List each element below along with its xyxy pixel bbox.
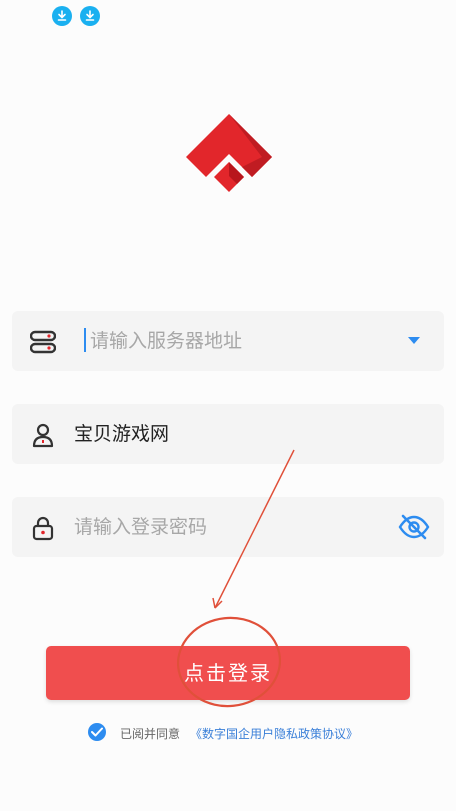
server-icon — [29, 329, 57, 355]
user-icon — [30, 422, 56, 448]
lock-icon — [30, 515, 56, 541]
server-address-placeholder: 请输入服务器地址 — [90, 330, 243, 352]
app-logo — [182, 110, 276, 204]
password-placeholder: 请输入登录密码 — [74, 516, 208, 538]
privacy-policy-link[interactable]: 《数字国企用户隐私政策协议》 — [190, 725, 358, 742]
login-button[interactable]: 点击登录 — [46, 646, 410, 700]
eye-off-icon[interactable] — [398, 513, 430, 541]
status-bar — [0, 0, 456, 30]
text-cursor — [84, 328, 86, 352]
username-value: 宝贝游戏网 — [74, 423, 170, 445]
download-icon — [80, 6, 100, 26]
server-address-field[interactable]: 请输入服务器地址 — [12, 311, 444, 371]
password-field[interactable]: 请输入登录密码 — [12, 497, 444, 557]
download-icon — [52, 6, 72, 26]
username-field[interactable]: 宝贝游戏网 — [12, 404, 444, 464]
caret-down-icon[interactable] — [408, 337, 420, 344]
agreement-prefix: 已阅并同意 — [120, 727, 181, 741]
checkbox-checked-icon[interactable] — [88, 723, 106, 741]
